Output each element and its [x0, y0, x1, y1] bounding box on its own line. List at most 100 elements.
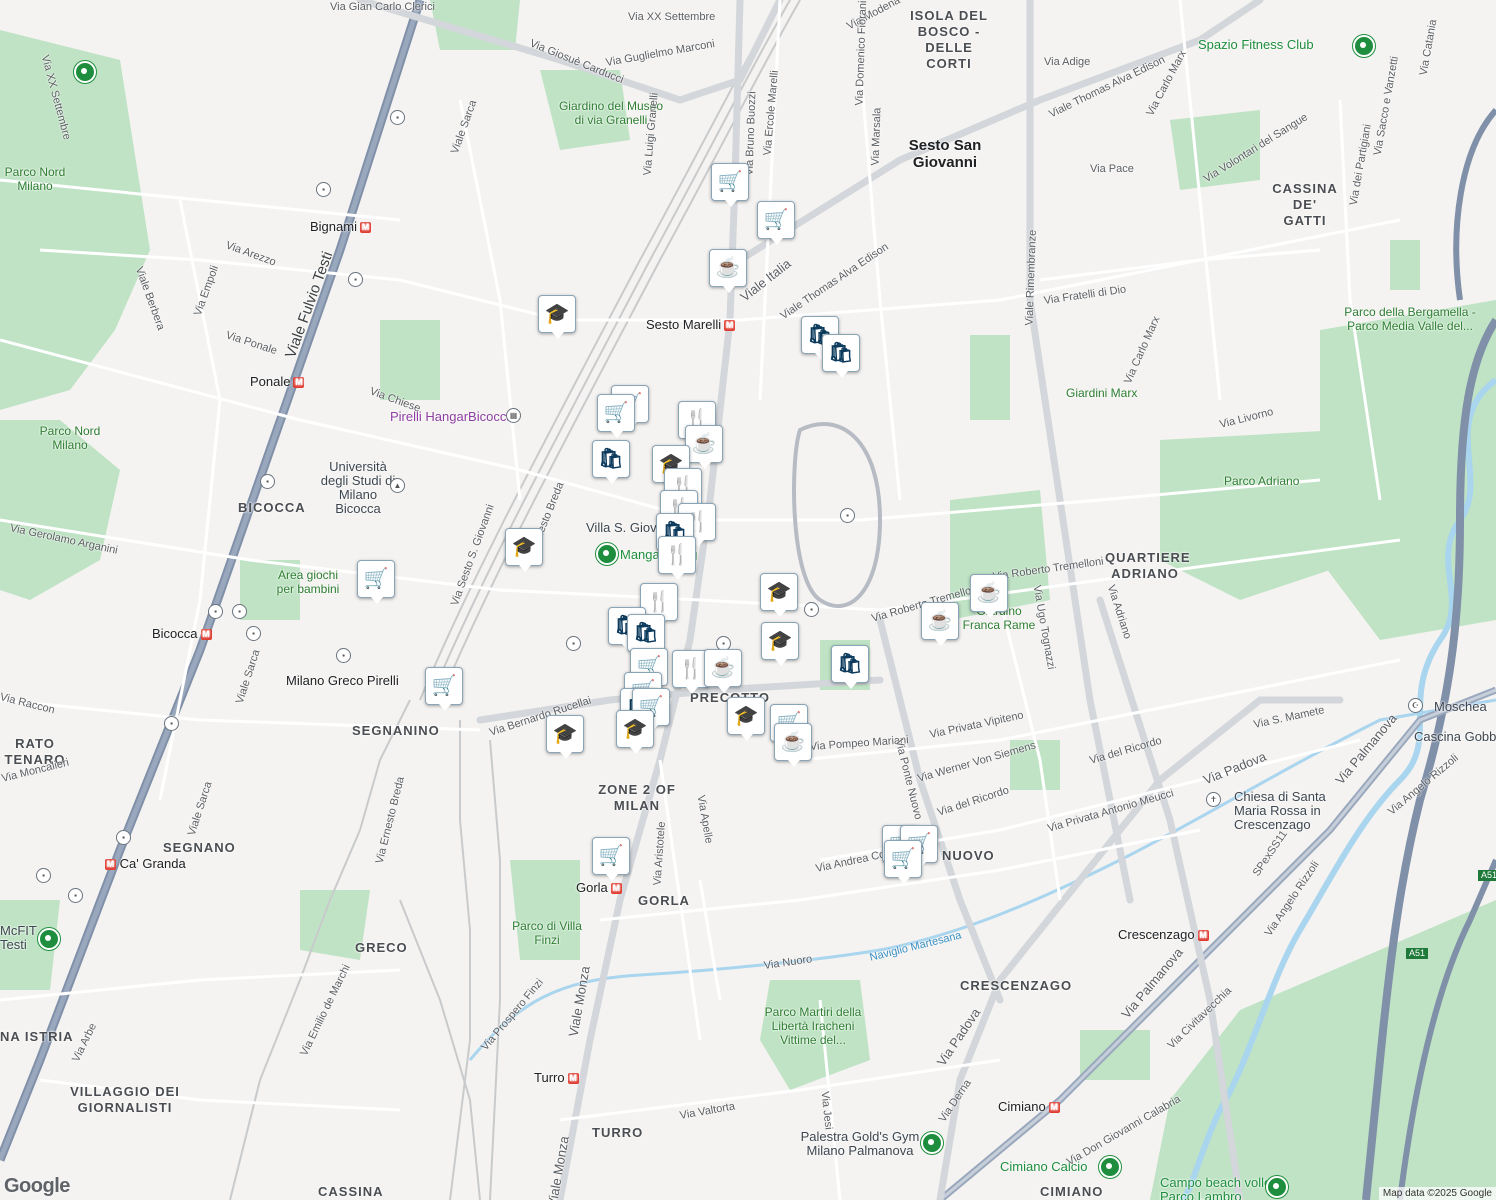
- shopping-cart-pin[interactable]: 🛒: [711, 163, 749, 207]
- station-name: Crescenzago: [1118, 927, 1195, 942]
- bus-stop-icon[interactable]: ▪: [566, 636, 581, 651]
- park-label: Parco Nord Milano: [39, 424, 101, 452]
- shopping-cart-pin[interactable]: 🛒: [357, 560, 395, 604]
- shopping-cart-pin[interactable]: 🛒: [884, 840, 922, 884]
- cafe-pin[interactable]: ☕: [921, 602, 959, 646]
- metro-station-label[interactable]: Bicocca M: [152, 627, 212, 641]
- bus-stop-icon[interactable]: ▪: [232, 604, 247, 619]
- district-label: GORLA: [638, 893, 690, 908]
- bus-stop-icon[interactable]: ▪: [336, 648, 351, 663]
- poi-label[interactable]: McFIT Testi: [0, 924, 40, 952]
- restaurant-pin[interactable]: 🍴: [658, 536, 696, 580]
- park-label: Parco di Villa Finzi: [512, 919, 582, 947]
- district-label: SEGNANINO: [352, 723, 440, 738]
- cafe-pin[interactable]: ☕: [685, 425, 723, 469]
- shopping-cart-pin[interactable]: 🛒: [597, 394, 635, 438]
- park-label: Parco Adriano: [1224, 474, 1300, 488]
- poi-label[interactable]: Moschea: [1434, 700, 1487, 713]
- coffee-cup-icon: ☕: [927, 610, 953, 632]
- map-attribution[interactable]: Map data ©2025 Google: [1378, 1187, 1496, 1200]
- metro-station-label[interactable]: Crescenzago M: [1118, 927, 1209, 942]
- graduation-cap-icon: 🎓: [767, 630, 793, 652]
- bus-stop-icon[interactable]: ▪: [164, 716, 179, 731]
- metro-station-label[interactable]: Cimiano M: [998, 1100, 1060, 1114]
- shopping-bag-icon: 🛍: [828, 342, 854, 364]
- bus-stop-icon[interactable]: ✝: [1206, 792, 1221, 807]
- map-canvas[interactable]: ISOLA DEL BOSCO - DELLE CORTI CASSINA DE…: [0, 0, 1496, 1200]
- metro-icon: M: [200, 629, 212, 641]
- poi-label[interactable]: Chiesa di Santa Maria Rossa in Crescenza…: [1234, 790, 1354, 832]
- cafe-pin[interactable]: ☕: [774, 723, 812, 767]
- metro-station-label[interactable]: M Ca' Granda: [102, 856, 186, 871]
- school-pin[interactable]: 🎓: [727, 697, 765, 741]
- cafe-pin[interactable]: ☕: [970, 574, 1008, 618]
- sports-marker-icon[interactable]: [1266, 1176, 1288, 1198]
- cafe-pin[interactable]: ☕: [704, 649, 742, 693]
- poi-label[interactable]: Spazio Fitness Club: [1198, 38, 1314, 51]
- university-icon[interactable]: ▲: [390, 478, 405, 493]
- station-name: Gorla: [576, 880, 608, 895]
- shop-pin[interactable]: 🛍: [831, 645, 869, 689]
- cafe-pin[interactable]: ☕: [709, 249, 747, 293]
- shopping-cart-icon: 🛒: [717, 171, 743, 193]
- coffee-cup-icon: ☕: [691, 433, 717, 455]
- train-station-label[interactable]: Milano Greco Pirelli: [286, 674, 399, 687]
- bus-stop-icon[interactable]: ▪: [36, 868, 51, 883]
- metro-icon: M: [610, 883, 622, 895]
- school-pin[interactable]: 🎓: [760, 573, 798, 617]
- station-name: Sesto Marelli: [646, 317, 722, 332]
- school-pin[interactable]: 🎓: [538, 295, 576, 339]
- bus-stop-icon[interactable]: ▪: [348, 272, 363, 287]
- park-label: Parco Martiri della Libertà Iracheni Vit…: [764, 1005, 862, 1047]
- shopping-cart-pin[interactable]: 🛒: [425, 667, 463, 711]
- bus-stop-icon[interactable]: ▪: [804, 602, 819, 617]
- shopping-cart-pin[interactable]: 🛒: [757, 201, 795, 245]
- shop-marker-icon[interactable]: [596, 543, 618, 565]
- station-name: Ca' Granda: [119, 856, 186, 871]
- graduation-cap-icon: 🎓: [766, 581, 792, 603]
- shopping-cart-pin[interactable]: 🛒: [592, 837, 630, 881]
- bus-stop-icon[interactable]: ▪: [246, 626, 261, 641]
- bus-stop-icon[interactable]: ▪: [260, 474, 275, 489]
- school-pin[interactable]: 🎓: [546, 715, 584, 759]
- metro-station-label[interactable]: Sesto Marelli M: [646, 317, 736, 332]
- graduation-cap-icon: 🎓: [511, 536, 537, 558]
- fork-knife-icon: 🍴: [678, 658, 704, 680]
- bus-stop-icon[interactable]: ▪: [840, 508, 855, 523]
- museum-icon[interactable]: ▦: [506, 408, 521, 423]
- google-logo: Google: [4, 1175, 70, 1197]
- metro-icon: M: [724, 320, 736, 332]
- metro-station-label[interactable]: Turro M: [534, 1071, 579, 1085]
- school-pin[interactable]: 🎓: [505, 528, 543, 572]
- school-pin[interactable]: 🎓: [616, 710, 654, 754]
- metro-icon: M: [1197, 930, 1209, 942]
- metro-station-label[interactable]: Bignami M: [310, 220, 371, 234]
- shop-pin[interactable]: 🛍: [627, 614, 665, 658]
- poi-label[interactable]: Palestra Gold's Gym Milano Palmanova: [790, 1130, 930, 1158]
- fitness-marker-icon[interactable]: [1353, 35, 1375, 57]
- shopping-cart-icon: 🛒: [363, 568, 389, 590]
- park-marker-icon[interactable]: [74, 61, 96, 83]
- poi-label[interactable]: Pirelli HangarBicocca: [390, 410, 514, 423]
- metro-station-label[interactable]: Gorla M: [576, 880, 622, 895]
- bus-stop-icon[interactable]: ▪: [116, 830, 131, 845]
- shop-pin[interactable]: 🛍: [592, 440, 630, 484]
- sports-marker-icon[interactable]: [1099, 1156, 1121, 1178]
- bus-stop-icon[interactable]: ▪: [68, 888, 83, 903]
- mosque-icon[interactable]: ☪: [1408, 698, 1423, 713]
- bus-stop-icon[interactable]: ▪: [316, 182, 331, 197]
- poi-label[interactable]: Università degli Studi di Milano Bicocca: [318, 460, 398, 516]
- school-pin[interactable]: 🎓: [761, 622, 799, 666]
- metro-station-label[interactable]: Ponale M: [250, 375, 305, 389]
- metro-icon: M: [1048, 1102, 1060, 1114]
- bus-stop-icon[interactable]: ▪: [390, 110, 405, 125]
- bus-stop-icon[interactable]: ▪: [208, 604, 223, 619]
- district-label: NA ISTRIA: [0, 1029, 74, 1044]
- poi-label[interactable]: Cascina Gobba: [1414, 730, 1496, 743]
- district-label: BICOCCA: [238, 500, 306, 515]
- gym-marker-icon[interactable]: [921, 1132, 943, 1154]
- shopping-cart-icon: 🛒: [890, 848, 916, 870]
- gym-marker-icon[interactable]: [38, 928, 60, 950]
- shop-pin[interactable]: 🛍: [822, 334, 860, 378]
- graduation-cap-icon: 🎓: [733, 705, 759, 727]
